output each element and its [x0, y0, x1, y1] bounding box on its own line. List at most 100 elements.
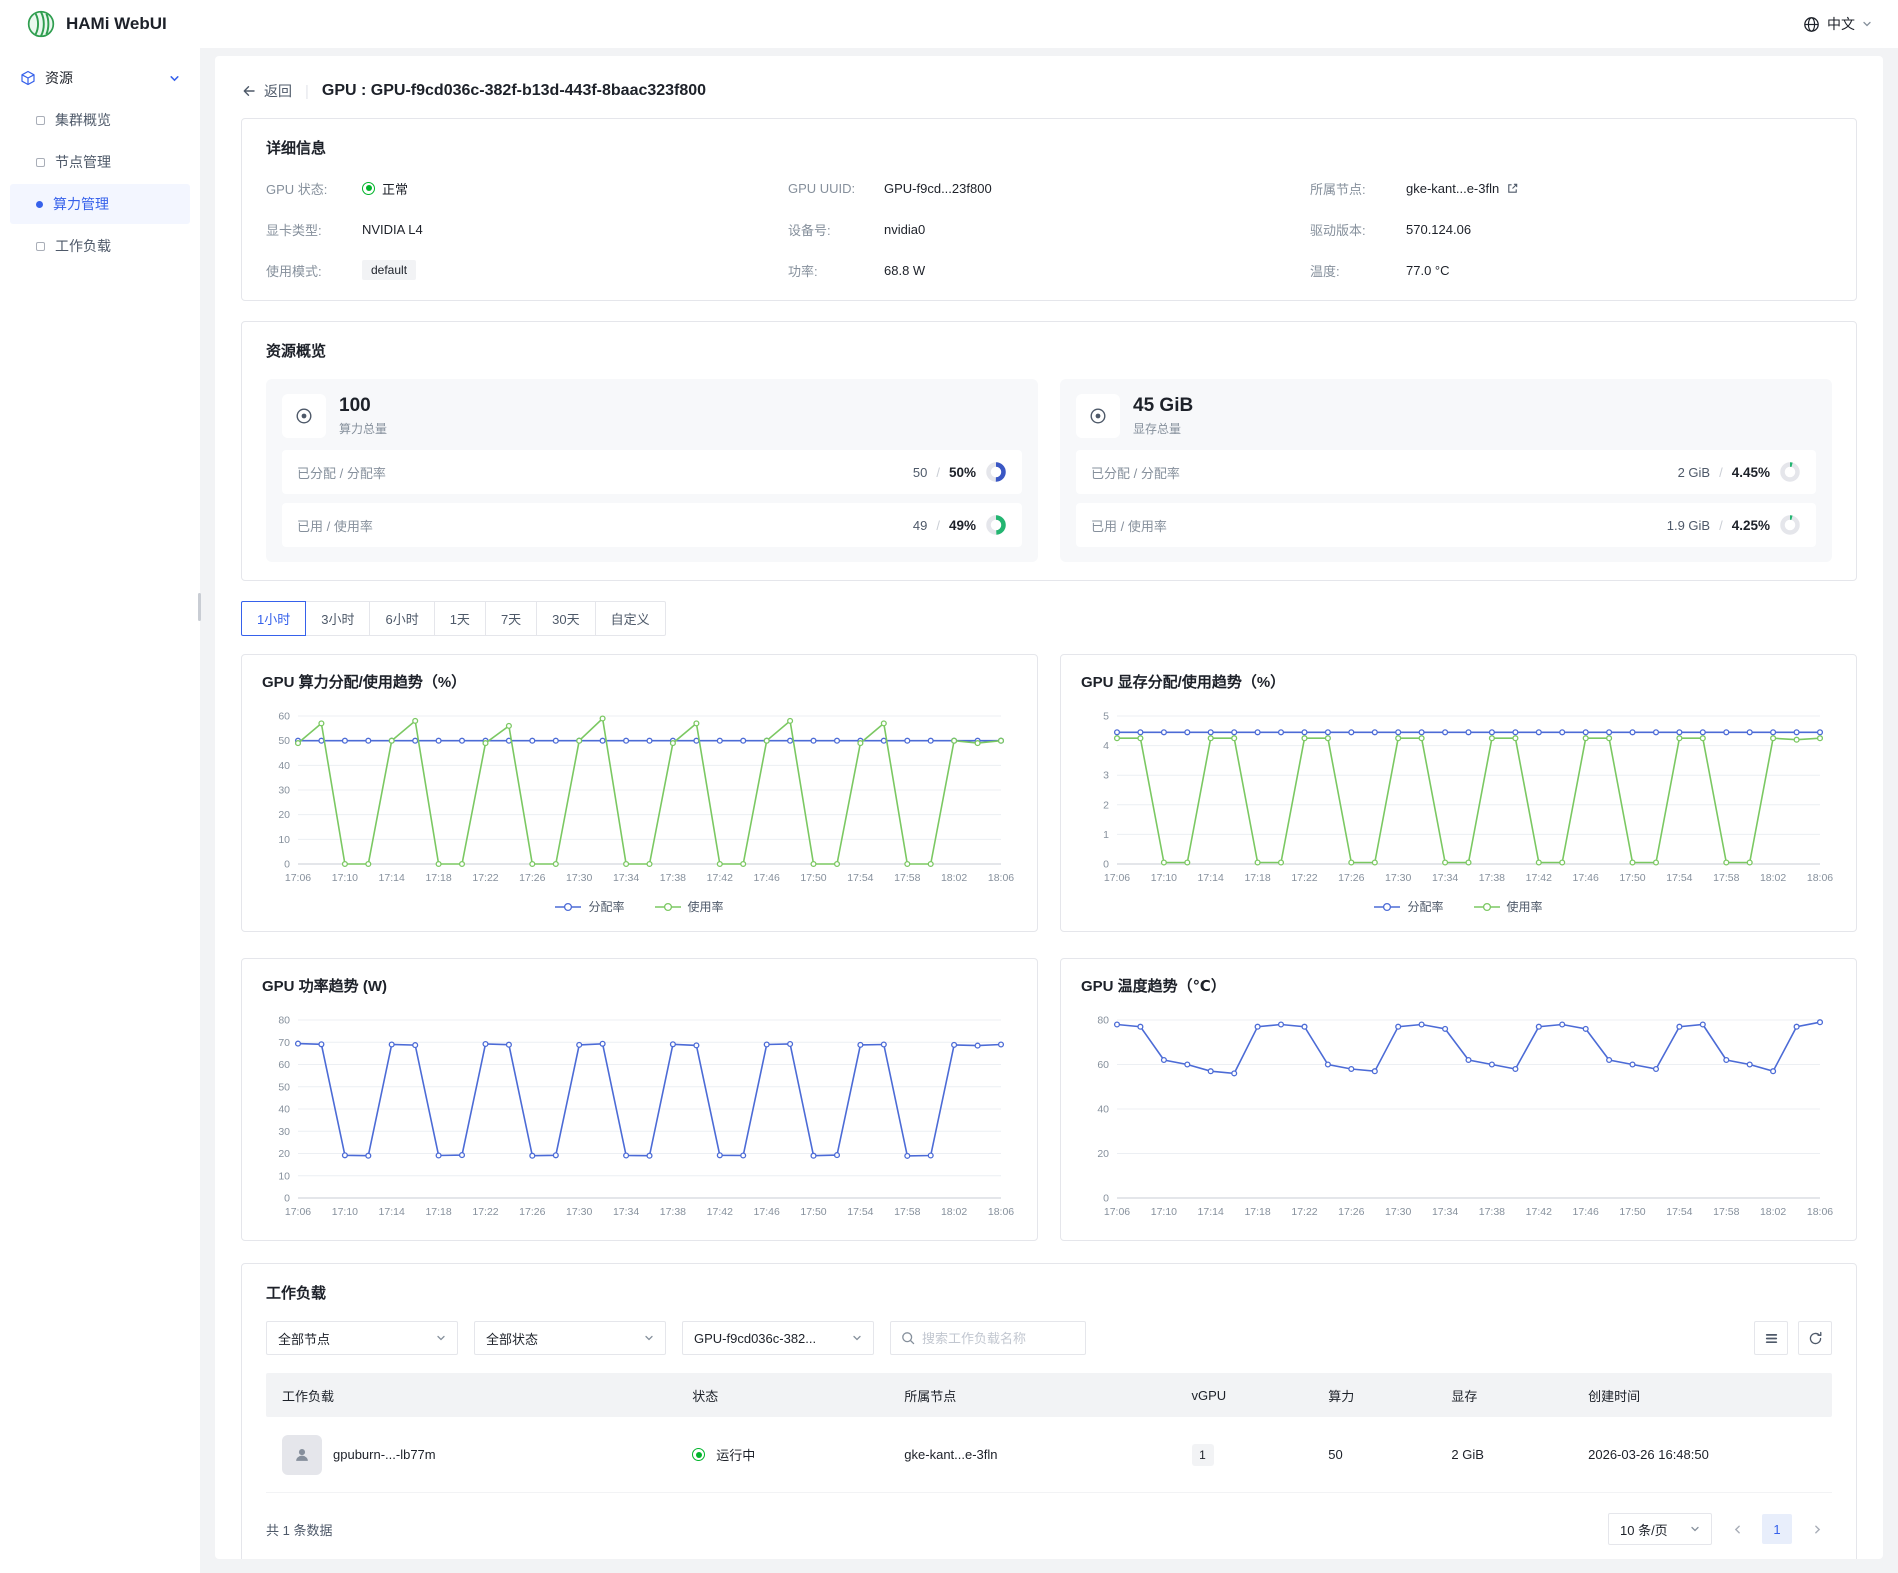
svg-text:17:54: 17:54	[1666, 872, 1692, 884]
svg-text:17:54: 17:54	[1666, 1206, 1692, 1218]
gpu-filter-select[interactable]: GPU-f9cd036c-382...	[682, 1321, 874, 1355]
refresh-button[interactable]	[1798, 1321, 1832, 1355]
svg-text:80: 80	[278, 1015, 290, 1027]
search-icon	[901, 1331, 915, 1345]
svg-text:17:18: 17:18	[1244, 872, 1270, 884]
next-page-button[interactable]	[1802, 1514, 1832, 1544]
page-size-select[interactable]: 10 条/页	[1608, 1513, 1712, 1545]
sidebar-item-compute-management[interactable]: 算力管理	[10, 184, 190, 224]
svg-text:17:14: 17:14	[1198, 1206, 1224, 1218]
back-button[interactable]: 返回	[241, 81, 292, 101]
tab-6h[interactable]: 6小时	[369, 601, 434, 636]
workload-avatar-icon	[282, 1435, 322, 1475]
slash: /	[1719, 465, 1723, 480]
tab-1d[interactable]: 1天	[434, 601, 486, 636]
language-selector[interactable]: 中文	[1803, 14, 1872, 34]
svg-text:4: 4	[1103, 740, 1109, 752]
col-header-memory: 显存	[1435, 1386, 1572, 1405]
field-value: gke-kant...e-3fln	[1406, 181, 1499, 196]
field-value: 77.0 °C	[1406, 263, 1450, 278]
workload-search	[890, 1321, 1086, 1355]
detail-grid: GPU 状态: 正常 GPU UUID: GPU-f9cd...23f800 所…	[266, 176, 1832, 282]
svg-text:80: 80	[1097, 1015, 1109, 1027]
slash: /	[1719, 518, 1723, 533]
prev-page-button[interactable]	[1722, 1514, 1752, 1544]
select-value: 全部节点	[278, 1329, 428, 1348]
workloads-card: 工作负载 全部节点 全部状态 GPU	[241, 1263, 1857, 1559]
item-bullet-icon	[36, 116, 45, 125]
tab-1h[interactable]: 1小时	[241, 601, 306, 636]
row-percent: 49%	[949, 518, 976, 533]
svg-text:30: 30	[278, 785, 290, 797]
compute-resource-box: 100 算力总量 已分配 / 分配率 50 / 50%	[266, 379, 1038, 562]
compute-trend-chart[interactable]: 010203040506017:0617:1017:1417:1817:2217…	[262, 704, 1017, 890]
memory-trend-card: GPU 显存分配/使用趋势（%） 01234517:0617:1017:1417…	[1060, 654, 1857, 932]
svg-text:17:26: 17:26	[1338, 1206, 1364, 1218]
sidebar-item-node-management[interactable]: 节点管理	[10, 142, 190, 182]
svg-text:17:38: 17:38	[1479, 1206, 1505, 1218]
chevron-down-icon	[1862, 19, 1872, 29]
back-label: 返回	[264, 81, 292, 101]
field-temperature: 温度: 77.0 °C	[1310, 258, 1832, 282]
sidebar-item-workloads[interactable]: 工作负载	[10, 226, 190, 266]
resource-card-title: 资源概览	[266, 340, 1832, 361]
external-link-icon[interactable]	[1506, 182, 1519, 195]
arrow-left-icon	[241, 83, 257, 99]
sidebar: 资源 集群概览 节点管理 算力管理 工作负载	[0, 48, 200, 1573]
total-count-label: 共 1 条数据	[266, 1520, 332, 1539]
legend-item[interactable]: 分配率	[1374, 898, 1443, 915]
svg-text:17:46: 17:46	[1573, 872, 1599, 884]
tab-3h[interactable]: 3小时	[305, 601, 370, 636]
legend-item[interactable]: 使用率	[655, 898, 724, 915]
sidebar-item-cluster-overview[interactable]: 集群概览	[10, 100, 190, 140]
globe-icon	[1803, 16, 1820, 33]
status-filter-select[interactable]: 全部状态	[474, 1321, 666, 1355]
sidebar-resize-handle[interactable]	[198, 593, 201, 621]
svg-text:0: 0	[284, 1193, 290, 1205]
tab-30d[interactable]: 30天	[536, 601, 595, 636]
svg-text:60: 60	[278, 1059, 290, 1071]
power-trend-chart[interactable]: 0102030405060708017:0617:1017:1417:1817:…	[262, 1008, 1017, 1224]
legend-item[interactable]: 分配率	[555, 898, 624, 915]
svg-text:18:02: 18:02	[941, 1206, 967, 1218]
table-row[interactable]: gpuburn-...-lb77m 运行中 gke-kant...e-3fln …	[266, 1417, 1832, 1493]
language-label: 中文	[1827, 14, 1855, 34]
temperature-trend-chart[interactable]: 02040608017:0617:1017:1417:1817:2217:261…	[1081, 1008, 1836, 1224]
field-value: GPU-f9cd...23f800	[884, 181, 992, 196]
field-value: 正常	[382, 179, 408, 198]
svg-text:17:38: 17:38	[1479, 872, 1505, 884]
select-value: GPU-f9cd036c-382...	[694, 1331, 844, 1346]
legend-item[interactable]: 使用率	[1474, 898, 1543, 915]
sidebar-group-resources[interactable]: 资源	[10, 58, 190, 98]
field-value: nvidia0	[884, 222, 925, 237]
row-label: 已用 / 使用率	[297, 516, 373, 535]
col-header-created: 创建时间	[1572, 1386, 1832, 1405]
svg-text:17:34: 17:34	[1432, 872, 1458, 884]
col-header-workload: 工作负载	[266, 1386, 676, 1405]
chevron-down-icon	[1690, 1524, 1700, 1534]
svg-text:17:34: 17:34	[613, 872, 639, 884]
col-header-node: 所属节点	[888, 1386, 1175, 1405]
tab-7d[interactable]: 7天	[485, 601, 537, 636]
svg-text:17:50: 17:50	[1619, 1206, 1645, 1218]
workload-name[interactable]: gpuburn-...-lb77m	[333, 1447, 436, 1462]
tab-custom[interactable]: 自定义	[595, 601, 666, 636]
svg-text:17:58: 17:58	[1713, 872, 1739, 884]
column-settings-button[interactable]	[1754, 1321, 1788, 1355]
table-header-row: 工作负载 状态 所属节点 vGPU 算力 显存 创建时间	[266, 1373, 1832, 1417]
field-usage-mode: 使用模式: default	[266, 258, 788, 282]
legend-label: 使用率	[1507, 898, 1543, 915]
node-filter-select[interactable]: 全部节点	[266, 1321, 458, 1355]
search-input[interactable]	[922, 1331, 1075, 1346]
row-label: 已分配 / 分配率	[297, 463, 386, 482]
svg-text:50: 50	[278, 1081, 290, 1093]
svg-text:17:42: 17:42	[707, 872, 733, 884]
page-number[interactable]: 1	[1762, 1514, 1792, 1544]
svg-text:40: 40	[278, 760, 290, 772]
item-bullet-icon	[36, 201, 43, 208]
memory-trend-chart[interactable]: 01234517:0617:1017:1417:1817:2217:2617:3…	[1081, 704, 1836, 890]
field-gpu-uuid: GPU UUID: GPU-f9cd...23f800	[788, 176, 1310, 200]
brand: HAMi WebUI	[26, 9, 167, 39]
allocation-donut	[985, 461, 1007, 483]
svg-text:18:06: 18:06	[988, 872, 1014, 884]
